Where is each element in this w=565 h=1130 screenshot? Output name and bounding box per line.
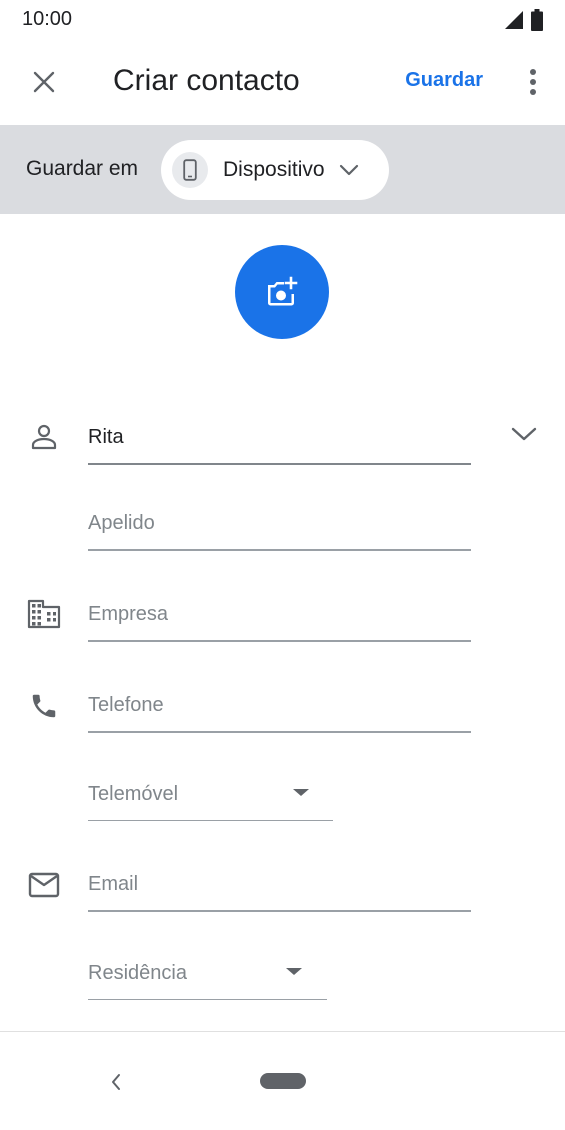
back-icon bbox=[112, 1074, 120, 1090]
surname-field[interactable] bbox=[88, 499, 471, 551]
page-title: Criar contacto bbox=[113, 64, 300, 97]
phone-type-label: Telemóvel bbox=[88, 783, 179, 805]
chevron-down-icon bbox=[339, 164, 359, 176]
email-input[interactable] bbox=[88, 860, 471, 908]
signal-icon bbox=[505, 11, 523, 29]
dropdown-arrow-icon bbox=[293, 789, 309, 796]
phone-input[interactable] bbox=[88, 681, 471, 729]
phone-icon bbox=[26, 688, 62, 724]
save-button[interactable]: Guardar bbox=[405, 69, 483, 92]
status-bar: 10:00 bbox=[0, 0, 565, 40]
app-bar: Criar contacto Guardar bbox=[0, 40, 565, 124]
battery-icon bbox=[531, 9, 543, 31]
close-button[interactable] bbox=[22, 60, 66, 104]
add-photo-button[interactable] bbox=[235, 245, 329, 339]
nav-back-button[interactable] bbox=[98, 1064, 134, 1100]
more-vert-icon bbox=[530, 69, 536, 95]
email-field[interactable] bbox=[88, 860, 471, 912]
status-icons bbox=[503, 9, 543, 31]
expand-name-button[interactable] bbox=[504, 416, 544, 452]
phone-type-dropdown[interactable]: Telemóvel bbox=[88, 769, 333, 821]
person-icon bbox=[26, 419, 62, 455]
chip-icon-circle bbox=[172, 152, 208, 188]
surname-input[interactable] bbox=[88, 499, 471, 547]
email-icon bbox=[26, 867, 62, 903]
phone-device-icon bbox=[183, 159, 197, 181]
phone-field[interactable] bbox=[88, 681, 471, 733]
account-label: Dispositivo bbox=[223, 158, 325, 181]
first-name-input[interactable] bbox=[88, 413, 471, 461]
account-selector-chip[interactable]: Dispositivo bbox=[161, 140, 389, 200]
navigation-bar bbox=[0, 1031, 565, 1130]
add-photo-icon bbox=[268, 276, 298, 306]
first-name-field[interactable] bbox=[88, 413, 471, 465]
nav-home-button[interactable] bbox=[260, 1073, 306, 1089]
close-icon bbox=[33, 71, 55, 93]
email-type-label: Residência bbox=[88, 962, 187, 984]
chevron-down-icon bbox=[511, 427, 537, 441]
status-time: 10:00 bbox=[22, 8, 73, 30]
business-icon bbox=[26, 596, 62, 632]
dropdown-arrow-icon bbox=[286, 968, 302, 975]
save-in-label: Guardar em bbox=[26, 157, 139, 180]
company-input[interactable] bbox=[88, 590, 471, 638]
company-field[interactable] bbox=[88, 590, 471, 642]
save-in-bar: Guardar em Dispositivo bbox=[0, 125, 565, 214]
overflow-menu-button[interactable] bbox=[519, 60, 547, 104]
email-type-dropdown[interactable]: Residência bbox=[88, 948, 327, 1000]
